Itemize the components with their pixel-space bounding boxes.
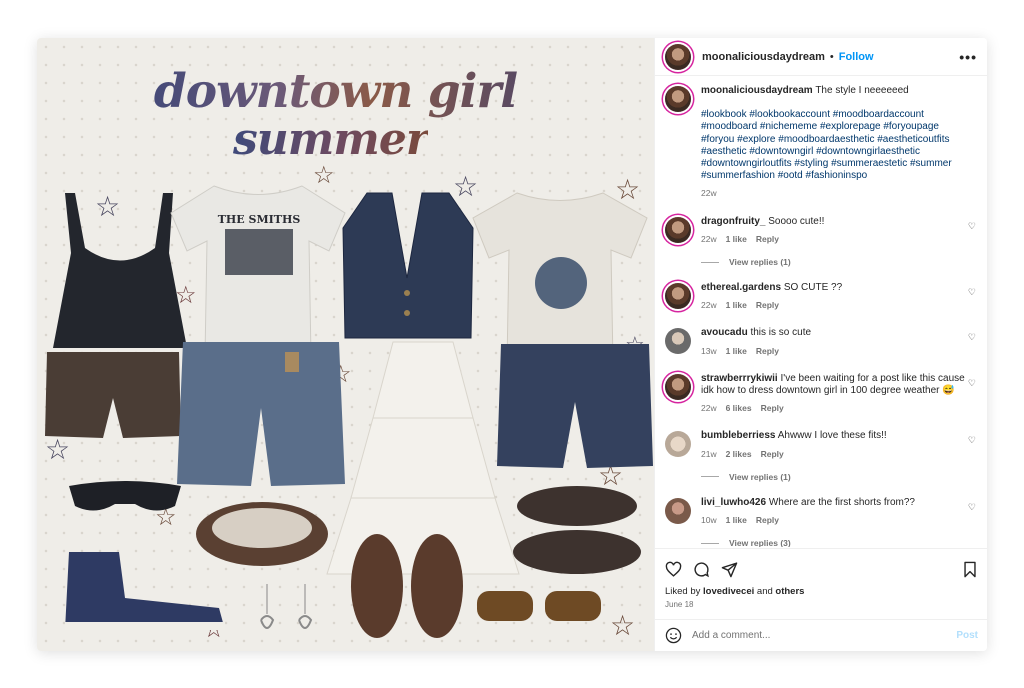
view-replies-button[interactable]: View replies (1) xyxy=(701,472,978,482)
heart-icon[interactable]: ♡ xyxy=(968,435,976,446)
heart-icon[interactable]: ♡ xyxy=(968,287,976,298)
post-image-title-line2: summer xyxy=(232,114,429,165)
liked-by: Liked by lovedivecei and others xyxy=(665,586,805,597)
comment-time: 22w xyxy=(701,300,717,311)
avatar[interactable] xyxy=(665,43,691,70)
navy-high-top-sneakers xyxy=(65,552,225,630)
comment-item: livi_luwho426 Where are the first shorts… xyxy=(665,497,978,526)
comment-item: avoucadu this is so cute 13w 1 like Repl… xyxy=(665,327,978,356)
post-card: downtown girl summer ☆ ☆ ☆ ☆ ☆ ☆ ☆ ☆ ☆ ☆… xyxy=(37,38,987,651)
comment-likes[interactable]: 2 likes xyxy=(726,448,752,460)
caption-time: 22w xyxy=(701,188,717,199)
send-icon[interactable] xyxy=(721,561,738,578)
caption-text: The style I neeeeeed xyxy=(815,85,909,96)
comment-username[interactable]: livi_luwho426 xyxy=(701,497,766,508)
reply-button[interactable]: Reply xyxy=(756,299,779,311)
brown-mary-janes xyxy=(513,486,641,574)
comments-list[interactable]: moonaliciousdaydream The style I neeeeee… xyxy=(655,77,987,547)
star-doodle-icon: ☆ xyxy=(610,610,636,641)
caption: moonaliciousdaydream The style I neeeeee… xyxy=(665,85,978,200)
more-horizontal-icon[interactable]: ••• xyxy=(959,49,977,65)
smiths-tee: THE SMITHS xyxy=(170,185,346,358)
avatar[interactable] xyxy=(665,328,691,355)
comment-icon[interactable] xyxy=(693,561,710,578)
post-image[interactable]: downtown girl summer ☆ ☆ ☆ ☆ ☆ ☆ ☆ ☆ ☆ ☆… xyxy=(37,38,654,651)
brown-shorts xyxy=(45,352,181,438)
view-replies-button[interactable]: View replies (1) xyxy=(701,257,978,267)
comment-item: dragonfruity_ Soooo cute!! 22w 1 like Re… xyxy=(665,216,978,245)
comment-time: 22w xyxy=(701,233,717,244)
comment-time: 10w xyxy=(701,515,717,526)
post-sidebar: moonaliciousdaydream • Follow ••• moonal… xyxy=(654,38,987,651)
comment-username[interactable]: bumbleberriess xyxy=(701,430,775,441)
reply-button[interactable]: Reply xyxy=(756,345,779,357)
avatar[interactable] xyxy=(665,431,691,458)
liked-by-user[interactable]: lovedivecei xyxy=(703,586,754,597)
caption-username[interactable]: moonaliciousdaydream xyxy=(701,85,813,96)
post-image-title-line1: downtown girl xyxy=(153,64,518,119)
comment-likes[interactable]: 1 like xyxy=(726,233,747,245)
denim-jorts xyxy=(177,342,345,486)
heart-icon[interactable]: ♡ xyxy=(968,378,976,389)
caption-hashtags[interactable]: #lookbook #lookbookaccount #moodboardacc… xyxy=(701,109,966,182)
reply-button[interactable]: Reply xyxy=(761,448,784,460)
sport-sunglasses xyxy=(69,481,181,511)
comment-likes[interactable]: 1 like xyxy=(726,299,747,311)
comment-time: 13w xyxy=(701,345,717,356)
comment-username[interactable]: dragonfruity_ xyxy=(701,216,765,227)
svg-text:THE SMITHS: THE SMITHS xyxy=(218,213,301,226)
comment-input[interactable]: Add a comment... xyxy=(692,630,956,641)
comment-text: SO CUTE ?? xyxy=(783,282,843,294)
post-comment-button[interactable]: Post xyxy=(956,630,978,641)
comment-likes[interactable]: 1 like xyxy=(726,345,747,357)
comment-time: 22w xyxy=(701,403,717,414)
brown-clogs xyxy=(351,534,463,638)
post-header: moonaliciousdaydream • Follow ••• xyxy=(655,38,987,76)
liked-by-others[interactable]: others xyxy=(775,586,804,597)
avatar[interactable] xyxy=(665,216,691,243)
heart-icon[interactable] xyxy=(665,561,682,578)
author-username[interactable]: moonaliciousdaydream xyxy=(702,51,825,63)
smiley-icon[interactable] xyxy=(665,627,682,644)
reply-button[interactable]: Reply xyxy=(756,233,779,245)
comment-likes[interactable]: 1 like xyxy=(726,514,747,526)
comment-text: Where are the first shorts from?? xyxy=(768,496,915,508)
comment-time: 21w xyxy=(701,448,717,459)
post-actions: Liked by lovedivecei and others June 18 xyxy=(655,548,987,618)
denim-vest xyxy=(342,192,474,339)
comment-item: ethereal.gardens SO CUTE ?? 22w 1 like R… xyxy=(665,282,978,311)
heart-icon[interactable]: ♡ xyxy=(968,221,976,232)
add-comment-bar: Add a comment... Post xyxy=(655,619,987,651)
comment-text: this is so cute xyxy=(750,327,812,339)
comment-username[interactable]: ethereal.gardens xyxy=(701,282,781,293)
view-replies-button[interactable]: View replies (3) xyxy=(701,538,978,547)
avatar[interactable] xyxy=(665,283,691,310)
reply-button[interactable]: Reply xyxy=(761,402,784,414)
comment-text: Soooo cute!! xyxy=(768,215,825,227)
comment-username[interactable]: strawberrrykiwii xyxy=(701,373,778,384)
bookmark-icon[interactable] xyxy=(962,561,978,578)
comment-item: strawberrrykiwii I've been waiting for a… xyxy=(665,373,978,415)
heart-earrings xyxy=(260,584,313,629)
avatar[interactable] xyxy=(665,497,691,524)
comment-item: bumbleberriess Ahwww I love these fits!!… xyxy=(665,430,978,459)
reply-button[interactable]: Reply xyxy=(756,514,779,526)
heart-icon[interactable]: ♡ xyxy=(968,332,976,343)
avatar[interactable] xyxy=(665,373,691,400)
tortoise-sunglasses xyxy=(477,591,601,621)
separator-dot: • xyxy=(829,50,834,63)
comment-likes[interactable]: 6 likes xyxy=(726,402,752,414)
avatar[interactable] xyxy=(665,86,691,112)
heart-icon[interactable]: ♡ xyxy=(968,502,976,513)
comment-username[interactable]: avoucadu xyxy=(701,327,748,338)
comment-text: Ahwww I love these fits!! xyxy=(777,430,887,442)
denim-shorts xyxy=(497,344,653,468)
post-date: June 18 xyxy=(665,600,694,609)
follow-button[interactable]: Follow xyxy=(839,51,874,63)
